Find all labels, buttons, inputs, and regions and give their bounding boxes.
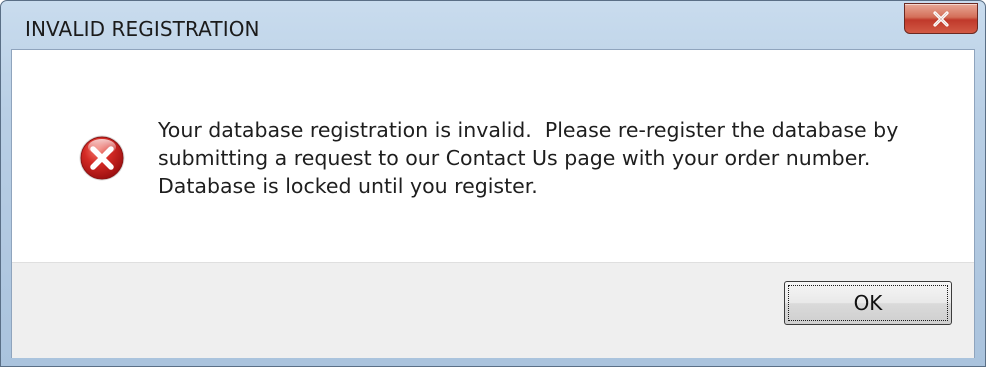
message-line: submitting a request to our Contact Us p… [158, 146, 871, 170]
message-line: Database is locked until you register. [158, 174, 538, 198]
dialog-client-area: Your database registration is invalid. P… [11, 49, 975, 358]
message-line: Your database registration is invalid. P… [158, 118, 899, 142]
title-bar[interactable]: INVALID REGISTRATION [1, 1, 985, 49]
dialog-window: INVALID REGISTRATION Your database regis… [0, 0, 986, 367]
ok-button[interactable]: OK [784, 281, 952, 325]
close-button[interactable] [904, 3, 978, 34]
close-icon [933, 10, 949, 27]
button-bar: OK [12, 262, 974, 358]
message-area: Your database registration is invalid. P… [12, 50, 974, 262]
error-message: Your database registration is invalid. P… [158, 116, 938, 200]
ok-button-label: OK [788, 285, 948, 321]
window-title: INVALID REGISTRATION [25, 17, 260, 41]
error-icon [79, 135, 125, 181]
